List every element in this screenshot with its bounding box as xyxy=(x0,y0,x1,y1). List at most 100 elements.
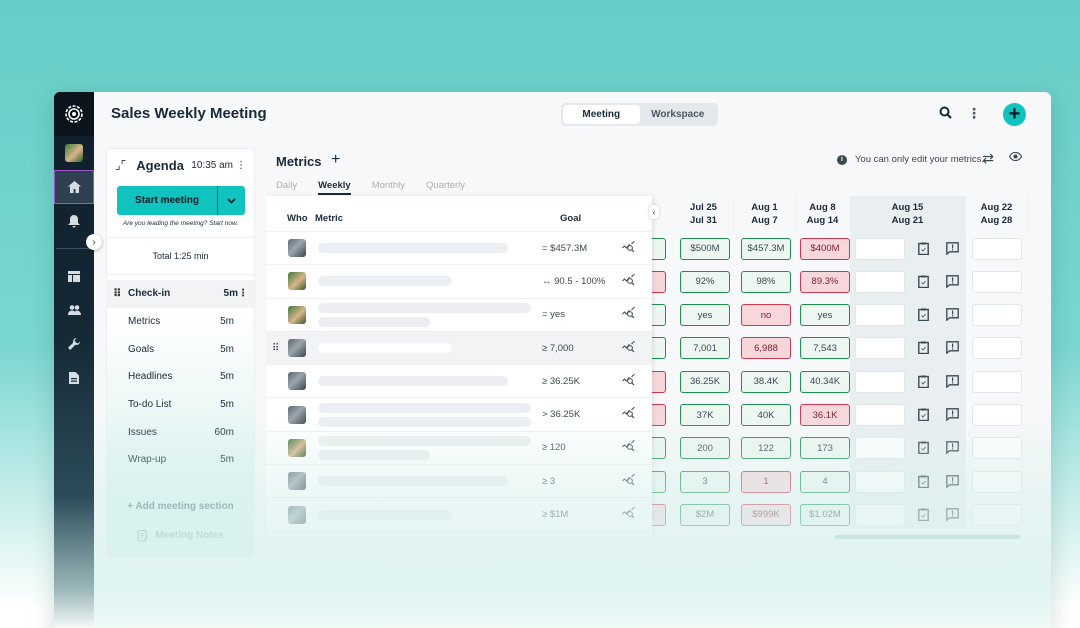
agenda-section[interactable]: Wrap-up 5m xyxy=(107,446,254,474)
agenda-section[interactable]: ⠿ Check-in 5m ⋮ xyxy=(107,280,254,308)
tab-weekly[interactable]: Weekly xyxy=(318,180,351,195)
tab-workspace[interactable]: Workspace xyxy=(640,105,717,124)
metric-cell[interactable] xyxy=(652,437,666,460)
issue-comment-icon[interactable] xyxy=(946,308,959,324)
add-section-button[interactable]: + Add meeting section xyxy=(107,488,254,524)
wrench-icon[interactable] xyxy=(54,327,94,361)
metric-cell[interactable]: yes xyxy=(800,304,850,327)
search-icon[interactable] xyxy=(939,106,955,122)
metric-input[interactable] xyxy=(855,437,905,460)
metric-row[interactable]: = yes xyxy=(266,299,652,332)
tab-quarterly[interactable]: Quarterly xyxy=(426,180,465,195)
agenda-section[interactable]: Goals 5m xyxy=(107,335,254,363)
people-icon[interactable] xyxy=(54,293,94,327)
trend-icon[interactable] xyxy=(622,340,652,356)
start-meeting-label[interactable]: Start meeting xyxy=(117,186,217,215)
user-avatar[interactable] xyxy=(54,136,94,170)
issue-comment-icon[interactable] xyxy=(946,274,959,291)
metric-input[interactable] xyxy=(972,370,1022,393)
trend-icon[interactable] xyxy=(622,406,652,422)
home-icon[interactable] xyxy=(54,170,94,204)
metric-cell[interactable]: 200 xyxy=(680,437,730,460)
bell-icon[interactable] xyxy=(54,204,94,238)
metric-cell[interactable]: 40K xyxy=(741,404,791,426)
tab-monthly[interactable]: Monthly xyxy=(372,180,405,195)
drag-handle-icon[interactable]: ⠿ xyxy=(113,287,128,300)
metric-cell[interactable]: $2M xyxy=(680,503,730,526)
metric-input[interactable] xyxy=(972,237,1022,260)
logo-icon[interactable] xyxy=(54,92,94,136)
trend-icon[interactable] xyxy=(622,506,652,522)
issue-comment-icon[interactable] xyxy=(946,474,959,491)
trend-icon[interactable] xyxy=(622,473,652,489)
metric-cell[interactable]: no xyxy=(741,304,791,327)
trend-icon[interactable] xyxy=(622,240,652,256)
agenda-section[interactable]: Metrics 5m xyxy=(107,308,254,336)
tab-daily[interactable]: Daily xyxy=(276,180,297,195)
trend-icon[interactable] xyxy=(622,273,652,289)
metric-input[interactable] xyxy=(972,503,1022,526)
clipboard-check-icon[interactable] xyxy=(918,341,929,357)
metric-input[interactable] xyxy=(972,304,1022,327)
metric-input[interactable] xyxy=(855,470,905,493)
metric-cell[interactable]: $400M xyxy=(800,237,850,260)
issue-comment-icon[interactable] xyxy=(946,341,959,357)
issue-comment-icon[interactable] xyxy=(946,241,959,258)
expand-rail-button[interactable]: › xyxy=(86,234,102,250)
tab-meeting[interactable]: Meeting xyxy=(563,105,640,124)
metric-cell[interactable] xyxy=(652,370,666,393)
eye-icon[interactable] xyxy=(1008,150,1023,164)
chevron-down-icon[interactable] xyxy=(217,186,245,215)
collapse-icon[interactable]: ⌟⌜ xyxy=(115,158,126,172)
metric-cell[interactable]: 4 xyxy=(800,470,850,493)
metric-cell[interactable]: $999K xyxy=(741,503,791,526)
drag-handle-icon[interactable]: ⠿ xyxy=(272,343,279,354)
metric-cell[interactable]: 98% xyxy=(741,270,791,293)
metric-input[interactable] xyxy=(855,503,905,526)
add-button[interactable]: + xyxy=(1003,103,1026,126)
more-vertical-icon[interactable]: ⋮ xyxy=(967,105,981,122)
metric-row[interactable]: ≥ 36.25K xyxy=(266,365,652,399)
metric-cell[interactable]: 37K xyxy=(680,404,730,426)
metric-cell[interactable] xyxy=(652,404,666,426)
start-meeting-button[interactable]: Start meeting xyxy=(117,186,245,215)
issue-comment-icon[interactable] xyxy=(946,441,959,457)
metric-input[interactable] xyxy=(855,370,905,393)
metric-cell[interactable] xyxy=(652,470,666,493)
clipboard-check-icon[interactable] xyxy=(918,308,929,324)
metric-cell[interactable] xyxy=(652,503,666,526)
metric-input[interactable] xyxy=(855,404,905,426)
clipboard-check-icon[interactable] xyxy=(918,375,929,391)
metric-cell[interactable] xyxy=(652,270,666,293)
trend-icon[interactable] xyxy=(622,306,652,322)
issue-comment-icon[interactable] xyxy=(946,374,959,391)
metric-row[interactable]: ≥ $1M xyxy=(266,498,652,532)
agenda-section[interactable]: Headlines 5m xyxy=(107,363,254,391)
metric-cell[interactable]: 89.3% xyxy=(800,270,850,293)
agenda-section[interactable]: To-do List 5m xyxy=(107,391,254,419)
metric-input[interactable] xyxy=(855,237,905,260)
metric-row[interactable]: > 36.25K xyxy=(266,398,652,432)
metric-cell[interactable]: 40.34K xyxy=(800,370,850,393)
issue-comment-icon[interactable] xyxy=(946,508,959,524)
trend-icon[interactable] xyxy=(622,440,652,455)
metric-cell[interactable]: $1.02M xyxy=(800,503,850,526)
agenda-more-icon[interactable]: ⋮ xyxy=(236,160,246,171)
trend-icon[interactable] xyxy=(622,373,652,389)
swap-icon[interactable]: ⇄ xyxy=(982,150,994,167)
metric-row[interactable]: ↔ 90.5 - 100% xyxy=(266,265,652,299)
metric-cell[interactable]: $500M xyxy=(680,237,730,260)
collapse-list-button[interactable]: ‹ xyxy=(649,205,659,219)
metric-cell[interactable]: 1 xyxy=(741,470,791,493)
clipboard-check-icon[interactable] xyxy=(918,475,929,491)
metric-cell[interactable]: 173 xyxy=(800,437,850,460)
metric-input[interactable] xyxy=(972,437,1022,460)
metric-cell[interactable]: 3 xyxy=(680,470,730,493)
metric-row[interactable]: = $457.3M xyxy=(266,232,652,266)
layout-icon[interactable] xyxy=(54,259,94,293)
issue-comment-icon[interactable] xyxy=(946,408,959,424)
add-metric-button[interactable]: + xyxy=(331,151,340,169)
metric-cell[interactable]: 7,543 xyxy=(800,337,850,360)
meeting-notes-button[interactable]: Meeting Notes xyxy=(107,529,254,542)
metric-input[interactable] xyxy=(972,470,1022,493)
